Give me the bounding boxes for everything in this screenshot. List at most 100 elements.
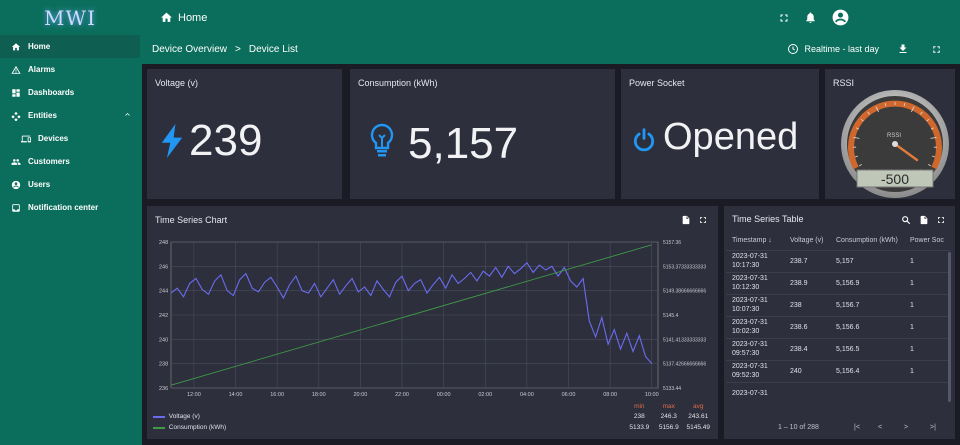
column-header-voltage[interactable]: Voltage (v) bbox=[784, 232, 830, 250]
timewindow-button[interactable]: Realtime - last day bbox=[787, 43, 879, 55]
breadcrumb: Device Overview > Device List bbox=[152, 44, 298, 55]
table-paginator: 1 – 10 of 288 |< < > >| bbox=[724, 424, 955, 431]
timestamp-date: 2023-07-31 bbox=[732, 253, 768, 260]
power-socket-status: Opened bbox=[663, 116, 799, 158]
table-row[interactable]: 2023-07-31 09:52:30 240 5,156.4 1 bbox=[726, 359, 950, 382]
table-row[interactable]: 2023-07-31 10:02:30 238.6 5,156.6 1 bbox=[726, 315, 950, 338]
previous-page-icon[interactable]: < bbox=[878, 424, 904, 431]
bolt-icon bbox=[161, 124, 183, 163]
power-socket-card: Power Socket Opened bbox=[621, 69, 819, 199]
table-card-title: Time Series Table bbox=[732, 214, 804, 224]
cell-timestamp: 2023-07-31 09:52:30 bbox=[726, 359, 784, 382]
cell-power-socket: 1 bbox=[904, 315, 950, 338]
table-row[interactable]: 2023-07-31 10:17:30 238.7 5,157 1 bbox=[726, 249, 950, 272]
y-tick-label-right: 5133.44 bbox=[663, 386, 681, 392]
table-row[interactable]: 2023-07-31 bbox=[726, 381, 950, 402]
fullscreen-dashboard-icon[interactable] bbox=[931, 44, 942, 55]
search-icon[interactable] bbox=[901, 215, 911, 225]
table-row[interactable]: 2023-07-31 10:12:30 238.9 5,156.9 1 bbox=[726, 271, 950, 294]
cell-timestamp: 2023-07-31 10:17:30 bbox=[726, 249, 784, 272]
sidebar-item-customers[interactable]: Customers bbox=[0, 150, 140, 173]
y-tick-label-left: 236 bbox=[159, 386, 168, 392]
download-icon[interactable] bbox=[897, 43, 909, 55]
next-page-icon[interactable]: > bbox=[904, 424, 930, 431]
table-row[interactable]: 2023-07-31 09:57:30 238.4 5,156.5 1 bbox=[726, 337, 950, 360]
time-series-chart: 248 5157.36 246 5153.37333333333 244 5149.386… bbox=[159, 240, 706, 398]
y-tick-label-left: 248 bbox=[159, 240, 168, 246]
column-header-consumption[interactable]: Consumption (kWh) bbox=[830, 232, 904, 250]
legend-swatch bbox=[153, 426, 165, 429]
legend-swatch bbox=[153, 415, 165, 418]
dashboard-canvas: Voltage (v) 239 Consumption (kWh) 5,157 … bbox=[142, 64, 960, 445]
x-tick-label: 02:00 bbox=[478, 392, 492, 398]
entities-icon bbox=[10, 110, 22, 122]
fullscreen-widget-icon[interactable] bbox=[698, 215, 708, 225]
time-series-chart-card: Time Series Chart 248 5157.36 246 5153.3733… bbox=[147, 206, 718, 439]
pagination-range: 1 – 10 of 288 bbox=[778, 424, 819, 431]
sidebar-item-label: Entities bbox=[28, 111, 57, 120]
power-icon bbox=[631, 127, 657, 158]
account-icon[interactable] bbox=[831, 8, 850, 27]
sidebar-item-alarms[interactable]: Alarms bbox=[0, 58, 140, 81]
notifications-bell-icon[interactable] bbox=[804, 11, 817, 24]
timestamp-date: 2023-07-31 bbox=[732, 297, 768, 304]
cell-consumption: 5,156.4 bbox=[830, 359, 904, 382]
timestamp-date: 2023-07-31 bbox=[732, 319, 768, 326]
cell-power-socket: 1 bbox=[904, 293, 950, 316]
last-page-icon[interactable]: >| bbox=[930, 424, 936, 431]
x-tick-label: 00:00 bbox=[437, 392, 451, 398]
cell-power-socket: 1 bbox=[904, 359, 950, 382]
export-icon[interactable] bbox=[919, 215, 929, 225]
legend-avg: 5145.49 bbox=[686, 424, 711, 431]
cell-consumption bbox=[830, 381, 904, 402]
sidebar-item-home[interactable]: Home bbox=[0, 35, 140, 58]
cell-power-socket: 1 bbox=[904, 337, 950, 360]
breadcrumb-item-device-overview[interactable]: Device Overview bbox=[152, 44, 227, 55]
column-header-power-socket[interactable]: Power Soc bbox=[904, 232, 950, 250]
sidebar-item-label: Alarms bbox=[28, 65, 56, 74]
sidebar-item-users[interactable]: Users bbox=[0, 173, 140, 196]
clock-icon bbox=[787, 43, 799, 55]
logo[interactable]: MWI bbox=[0, 0, 140, 35]
cell-timestamp: 2023-07-31 10:02:30 bbox=[726, 315, 784, 338]
x-tick-label: 20:00 bbox=[354, 392, 368, 398]
x-tick-label: 04:00 bbox=[520, 392, 534, 398]
legend-item-consumption[interactable]: Consumption (kWh) 5133.9 5156.9 5145.49 bbox=[153, 422, 713, 433]
timestamp-time: 09:52:30 bbox=[732, 372, 760, 379]
timestamp-time: 10:17:30 bbox=[732, 262, 760, 269]
table-scrollbar[interactable] bbox=[948, 252, 951, 402]
chevron-up-icon[interactable] bbox=[123, 110, 132, 121]
timestamp-time: 09:57:30 bbox=[732, 350, 760, 357]
voltage-card-title: Voltage (v) bbox=[155, 78, 199, 88]
y-tick-label-right: 5149.38666666666 bbox=[663, 289, 706, 295]
sidebar-item-entities[interactable]: Entities bbox=[0, 104, 140, 127]
fullscreen-widget-icon[interactable] bbox=[936, 215, 946, 225]
consumption-card-title: Consumption (kWh) bbox=[358, 78, 438, 88]
fullscreen-icon[interactable] bbox=[778, 12, 790, 24]
legend-avg: 243.61 bbox=[688, 413, 709, 420]
table-row[interactable]: 2023-07-31 10:07:30 238 5,156.7 1 bbox=[726, 293, 950, 316]
legend-header-avg: avg bbox=[693, 403, 704, 410]
legend-item-voltage[interactable]: Voltage (v) 238 246.3 243.61 bbox=[153, 411, 713, 422]
x-tick-label: 10:00 bbox=[645, 392, 659, 398]
logo-text: MWI bbox=[44, 5, 96, 30]
sidebar-item-devices[interactable]: Devices bbox=[0, 127, 140, 150]
x-tick-label: 16:00 bbox=[270, 392, 284, 398]
time-series-table-card: Time Series Table Timestamp ↓ Voltage (v… bbox=[724, 206, 955, 439]
cell-consumption: 5,156.5 bbox=[830, 337, 904, 360]
y-tick-label-right: 5137.42666666666 bbox=[663, 362, 706, 368]
legend-max: 246.3 bbox=[660, 413, 677, 420]
sidebar-item-dashboards[interactable]: Dashboards bbox=[0, 81, 140, 104]
table-scroll-area[interactable]: Timestamp ↓ Voltage (v) Consumption (kWh… bbox=[726, 232, 950, 402]
telemetry-table: Timestamp ↓ Voltage (v) Consumption (kWh… bbox=[726, 232, 950, 402]
dashboard-toolbar: Device Overview > Device List Realtime -… bbox=[140, 35, 960, 63]
sidebar-item-label: Users bbox=[28, 180, 51, 189]
home-icon bbox=[160, 11, 173, 24]
column-header-timestamp[interactable]: Timestamp ↓ bbox=[726, 232, 784, 250]
x-tick-label: 22:00 bbox=[395, 392, 409, 398]
cell-voltage: 238 bbox=[784, 293, 830, 316]
sidebar-item-notification-center[interactable]: Notification center bbox=[0, 196, 140, 219]
export-icon[interactable] bbox=[681, 215, 691, 225]
breadcrumb-item-device-list[interactable]: Device List bbox=[249, 44, 298, 55]
first-page-icon[interactable]: |< bbox=[854, 424, 878, 431]
